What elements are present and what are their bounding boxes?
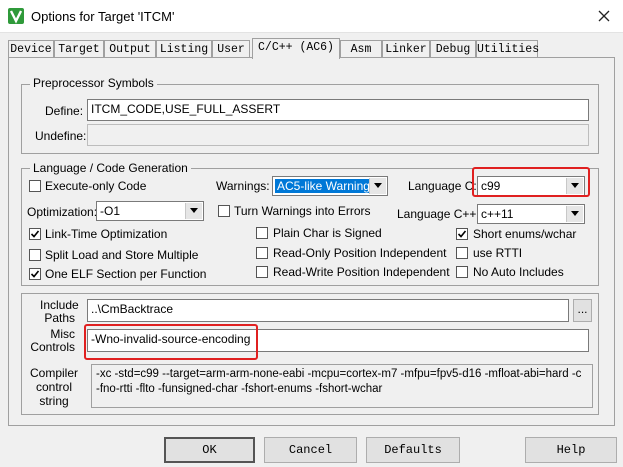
compiler-label-line1: Compiler [30,366,79,380]
optimization-value: -O1 [100,204,121,218]
tab-strip: Device Target Output Listing User C/C++ … [8,38,616,59]
defaults-button[interactable]: Defaults [366,437,460,463]
include-paths-input[interactable]: ..\CmBacktrace [87,299,569,322]
tab-utilities[interactable]: Utilities [476,40,539,57]
plain-char-checkbox[interactable] [256,227,268,239]
execute-only-label: Execute-only Code [45,179,147,193]
split-load-label: Split Load and Store Multiple [45,248,199,262]
warnings-select[interactable]: AC5-like Warnings [272,176,388,196]
preprocessor-legend: Preprocessor Symbols [30,76,157,90]
undefine-input[interactable] [87,124,589,146]
use-rtti-checkbox[interactable] [456,247,468,259]
compiler-label-line2: control [35,380,73,394]
compiler-control-string: -xc -std=c99 --target=arm-arm-none-eabi … [91,364,593,408]
language-c-highlight [472,167,590,197]
language-cpp-select[interactable]: c++11 [477,204,585,224]
undefine-label: Undefine: [35,129,87,143]
misc-label-line2: Controls [30,340,75,354]
tab-user[interactable]: User [212,40,250,57]
checkmark-icon [30,270,40,278]
close-icon[interactable] [593,6,615,26]
rw-pi-label: Read-Write Position Independent [273,265,450,279]
plain-char-label: Plain Char is Signed [273,226,382,240]
tab-asm[interactable]: Asm [340,40,382,57]
language-legend: Language / Code Generation [30,161,191,175]
ro-pi-checkbox[interactable] [256,247,268,259]
no-auto-includes-checkbox[interactable] [456,266,468,278]
ro-pi-label: Read-Only Position Independent [273,246,447,260]
tab-target[interactable]: Target [54,40,104,57]
execute-only-checkbox[interactable] [29,180,41,192]
short-enums-checkbox[interactable] [456,228,468,240]
short-enums-label: Short enums/wchar [473,227,577,241]
compiler-string-label: Compiler control string [30,366,78,408]
optimization-label: Optimization: [27,205,98,219]
rw-pi-checkbox[interactable] [256,266,268,278]
tab-device[interactable]: Device [8,40,54,57]
split-load-checkbox[interactable] [29,249,41,261]
tab-listing[interactable]: Listing [156,40,212,57]
window-title: Options for Target 'ITCM' [31,9,175,24]
include-label-line2: Paths [44,311,75,325]
chevron-down-icon[interactable] [369,178,386,194]
no-auto-includes-label: No Auto Includes [473,265,564,279]
chevron-down-icon[interactable] [185,203,202,219]
tab-output[interactable]: Output [104,40,156,57]
define-label: Define: [45,104,84,118]
title-bar: Options for Target 'ITCM' [0,0,623,33]
tab-debug[interactable]: Debug [430,40,476,57]
misc-controls-highlight [84,324,258,360]
language-cpp-label: Language C++: [397,207,480,221]
use-rtti-label: use RTTI [473,246,523,260]
misc-controls-label: Misc Controls [30,328,75,354]
chevron-down-icon[interactable] [566,206,583,222]
turn-warnings-checkbox[interactable] [218,205,230,217]
link-time-label: Link-Time Optimization [45,227,168,241]
keil-app-icon [8,8,24,24]
ok-button[interactable]: OK [164,437,255,463]
warnings-label: Warnings: [216,179,270,193]
define-input[interactable]: ITCM_CODE,USE_FULL_ASSERT [87,99,589,121]
tab-linker[interactable]: Linker [382,40,430,57]
one-elf-checkbox[interactable] [29,268,41,280]
link-time-checkbox[interactable] [29,228,41,240]
include-paths-label: Include Paths [40,299,79,325]
turn-warnings-label: Turn Warnings into Errors [234,204,371,218]
checkmark-icon [457,230,467,238]
browse-button[interactable]: ... [573,299,592,322]
compiler-line-1: -xc -std=c99 --target=arm-arm-none-eabi … [96,368,582,380]
warnings-value: AC5-like Warnings [275,179,378,193]
compiler-label-line3: string [39,394,69,408]
cancel-button[interactable]: Cancel [264,437,357,463]
help-button[interactable]: Help [525,437,617,463]
language-cpp-value: c++11 [481,207,514,221]
one-elf-label: One ELF Section per Function [45,267,207,281]
compiler-line-2: -fno-rtti -flto -funsigned-char -fshort-… [96,383,383,395]
language-c-label: Language C: [408,179,477,193]
checkmark-icon [30,230,40,238]
optimization-select[interactable]: -O1 [96,201,204,221]
tab-c-cpp-ac6[interactable]: C/C++ (AC6) [252,38,340,59]
